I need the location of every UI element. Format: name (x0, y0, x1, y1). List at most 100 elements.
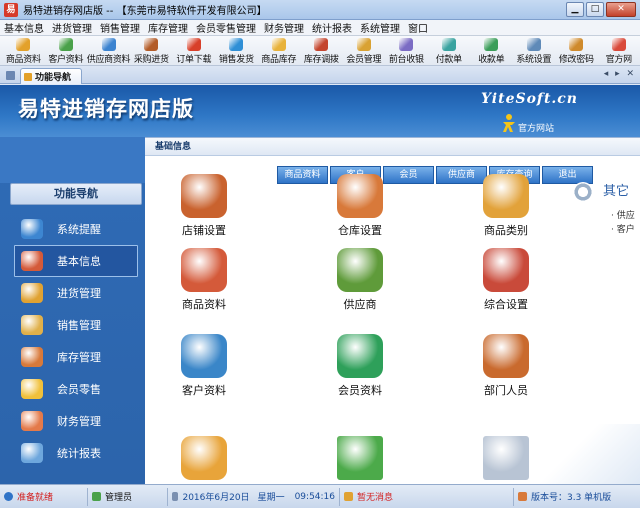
side-item[interactable]: · 供应 (611, 208, 635, 221)
tab-icon (24, 72, 32, 81)
nav-item[interactable]: 库存管理 (14, 341, 138, 373)
status-message[interactable]: 暂无消息 (340, 487, 514, 506)
menu-item[interactable]: 销售管理 (100, 20, 140, 35)
clock-icon (172, 492, 179, 501)
nav-item[interactable]: 财务管理 (14, 405, 138, 437)
minimize-button[interactable]: ▁ (566, 2, 584, 17)
status-user-text: 管理员 (105, 493, 133, 503)
nav-item[interactable]: 会员零售 (14, 373, 138, 405)
left-nav-header-bg (0, 137, 145, 183)
maximize-button[interactable]: □ (586, 2, 604, 17)
toolbar-button[interactable]: 销售发货 (215, 36, 258, 66)
person-icon (503, 114, 515, 132)
money-icon (181, 436, 227, 480)
message-icon (344, 492, 353, 501)
nav-item[interactable]: 统计报表 (14, 437, 138, 469)
module-tile[interactable]: 仓库设置 (315, 174, 405, 238)
side-item[interactable]: · 客户 (611, 222, 635, 235)
toolbar-label: 供应商资料 (86, 55, 131, 65)
tab-function-nav[interactable]: 功能导航 (20, 68, 82, 84)
mail-icon (483, 436, 529, 480)
menu-item[interactable]: 会员零售管理 (196, 20, 256, 35)
toolbar-icon (229, 38, 244, 51)
gear-icon (573, 182, 593, 202)
toolbar-icon (484, 38, 499, 51)
app-icon: 易 (4, 2, 18, 17)
toolbar-button[interactable]: 会员管理 (343, 36, 386, 66)
toolbar-icon (399, 38, 414, 51)
toolbar-button[interactable]: 官方网 (598, 36, 640, 66)
toolbar-label: 客户资料 (48, 55, 84, 65)
toolbar-label: 前台收银 (388, 55, 424, 65)
finance-icon (21, 411, 43, 431)
menu-item[interactable]: 进货管理 (52, 20, 92, 35)
box-in-icon (21, 283, 43, 303)
module-tile[interactable]: 店铺设置 (159, 174, 249, 238)
module-tile[interactable]: 客户资料 (159, 334, 249, 398)
nav-item[interactable]: 销售管理 (14, 309, 138, 341)
banner-title-reflection: 易特进销存网店版 (18, 100, 194, 116)
menu-item[interactable]: 基本信息 (4, 20, 44, 35)
module-tile[interactable]: 商品类别 (461, 174, 551, 238)
toolbar-button[interactable]: 商品库存 (258, 36, 301, 66)
toolbar: 商品资料 客户资料 供应商资料 采购进货 订单下载 销售发货 商品库存 库存调拨 会员管理 前台收… (0, 36, 640, 66)
module-tile[interactable]: 商品资料 (159, 248, 249, 312)
official-site-link[interactable]: 官方网站 (518, 121, 554, 134)
toolbar-button[interactable]: 库存调拨 (300, 36, 343, 66)
nav-item[interactable]: 基本信息 (14, 245, 138, 277)
module-tile[interactable] (461, 436, 551, 484)
status-version-text: 版本号：3.3 单机版 (531, 493, 612, 503)
module-label: 仓库设置 (338, 224, 382, 237)
toolbar-label: 付款单 (435, 55, 462, 65)
toolbar-icon (271, 38, 286, 51)
menu-item[interactable]: 库存管理 (148, 20, 188, 35)
menu-bar: 基本信息 进货管理 销售管理 库存管理 会员零售管理 财务管理 统计报表 系统管理 窗口 (0, 20, 640, 36)
module-label: 综合设置 (484, 298, 528, 311)
toolbar-button[interactable]: 前台收银 (385, 36, 428, 66)
menu-item[interactable]: 财务管理 (264, 20, 304, 35)
module-tile[interactable]: 部门人员 (461, 334, 551, 398)
toolbar-button[interactable]: 客户资料 (45, 36, 88, 66)
toolbar-button[interactable]: 系统设置 (513, 36, 556, 66)
module-label: 商品资料 (182, 298, 226, 311)
toolbar-label: 采购进货 (133, 55, 169, 65)
module-label: 部门人员 (484, 384, 528, 397)
supplier-icon (337, 248, 383, 292)
nav-item-label: 统计报表 (57, 447, 101, 460)
warehouse-icon (337, 174, 383, 218)
nav-item[interactable]: 系统提醒 (14, 213, 138, 245)
side-title: 其它 (603, 184, 630, 199)
toolbar-label: 商品资料 (5, 55, 41, 65)
status-message-text: 暂无消息 (357, 493, 394, 503)
close-button[interactable]: ✕ (606, 2, 636, 17)
status-ready: 准备就绪 (0, 487, 88, 506)
shop-icon (181, 174, 227, 218)
menu-item[interactable]: 统计报表 (312, 20, 352, 35)
toolbar-icon (16, 38, 31, 51)
blocks-icon (181, 248, 227, 292)
left-nav: 功能导航 系统提醒 基本信息 进货管理 销售管理 库存管理 会员零售 财务管理 统计报表 (0, 137, 145, 484)
module-tile[interactable] (159, 436, 249, 484)
toolbar-button[interactable]: 收款单 (470, 36, 513, 66)
tab-strip: 功能导航 ◂ ▸ ✕ (0, 66, 640, 84)
status-user: 管理员 (88, 487, 168, 506)
module-tile[interactable]: 会员资料 (315, 334, 405, 398)
toolbar-icon (101, 38, 116, 51)
blocks-icon (21, 251, 43, 271)
module-tile[interactable]: 供应商 (315, 248, 405, 312)
module-tile[interactable]: 综合设置 (461, 248, 551, 312)
nav-item[interactable]: 进货管理 (14, 277, 138, 309)
menu-item[interactable]: 窗口 (408, 20, 428, 35)
menu-item[interactable]: 系统管理 (360, 20, 400, 35)
toolbar-button[interactable]: 采购进货 (130, 36, 173, 66)
toolbar-button[interactable]: 商品资料 (2, 36, 45, 66)
staff-icon (483, 334, 529, 378)
toolbar-button[interactable]: 修改密码 (555, 36, 598, 66)
toolbar-button[interactable]: 供应商资料 (86, 36, 131, 66)
module-tile[interactable] (315, 436, 405, 484)
tab-menu-icon[interactable] (6, 71, 15, 80)
toolbar-button[interactable]: 付款单 (428, 36, 471, 66)
tab-scroll-arrows[interactable]: ◂ ▸ ✕ (604, 69, 636, 79)
toolbar-button[interactable]: 订单下载 (173, 36, 216, 66)
customers-icon (181, 334, 227, 378)
